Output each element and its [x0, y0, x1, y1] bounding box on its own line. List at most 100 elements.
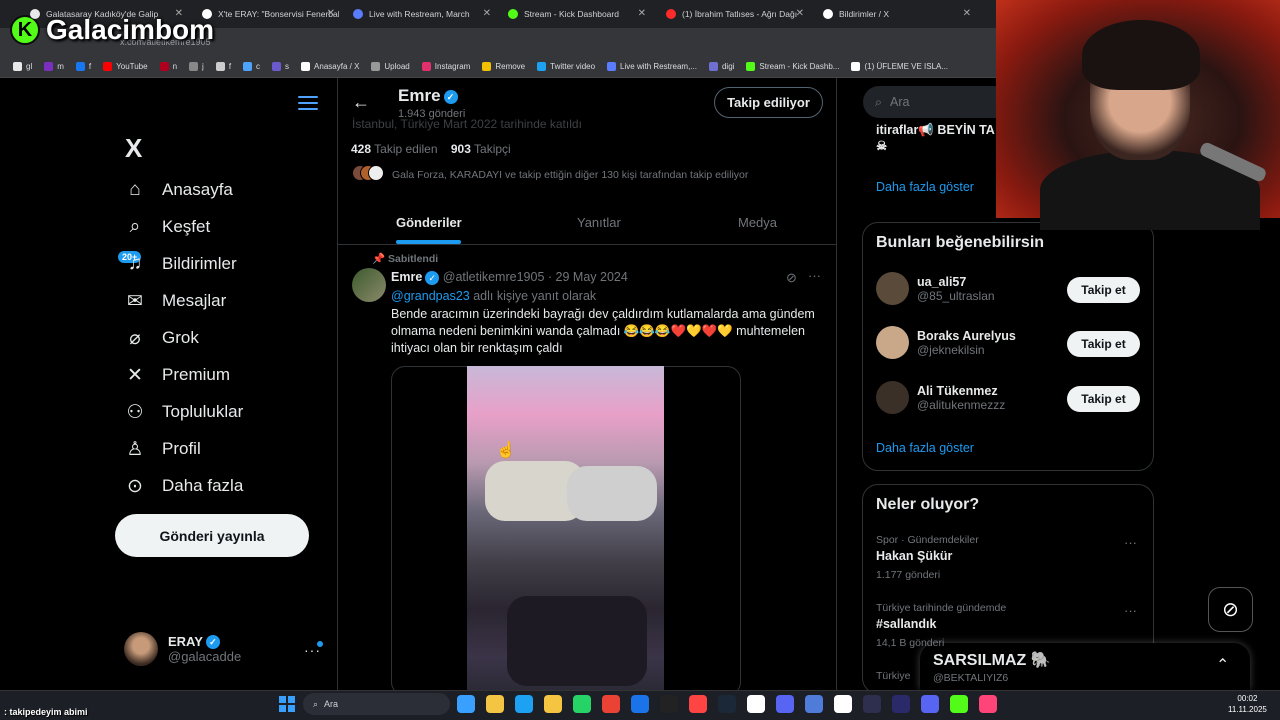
bookmark-item[interactable]: Twitter video — [532, 62, 600, 71]
menu-icon[interactable] — [298, 96, 318, 112]
nav-item-mesajlar[interactable]: ✉ Mesajlar — [124, 290, 226, 312]
taskbar-app-icon[interactable] — [747, 695, 765, 713]
taskbar-app-icon[interactable] — [718, 695, 736, 713]
x-logo[interactable]: X — [125, 133, 142, 164]
bookmark-item[interactable]: f — [71, 62, 96, 71]
following-label[interactable]: Takip edilen — [374, 142, 437, 156]
bookmark-item[interactable]: Remove — [477, 62, 530, 71]
tab-close-icon[interactable]: ✕ — [963, 8, 971, 19]
follow-button[interactable]: Takip et — [1067, 277, 1140, 303]
taskbar-app-icon[interactable] — [457, 695, 475, 713]
browser-tab[interactable]: Bildirimler / X ✕ — [815, 4, 975, 24]
trend-more-icon[interactable]: ··· — [1124, 603, 1137, 618]
tweet-handle[interactable]: @atletikemre1905 — [443, 270, 545, 284]
suggestion-row[interactable]: ua_ali57 @85_ultraslan — [876, 272, 995, 305]
tab-replies[interactable]: Yanıtlar — [577, 215, 621, 230]
nav-item-grok[interactable]: ⌀ Grok — [124, 327, 199, 349]
nav-item-premium[interactable]: ✕ Premium — [124, 364, 230, 386]
tweet-author[interactable]: Emre — [391, 270, 422, 284]
taskbar-app-icon[interactable] — [573, 695, 591, 713]
nav-item-keşfet[interactable]: ⌕ Keşfet — [124, 216, 211, 238]
nav-item-daha-fazla[interactable]: ⊙ Daha fazla — [124, 475, 243, 497]
bookmark-item[interactable]: YouTube — [98, 62, 152, 71]
grok-icon[interactable]: ⊘ — [786, 270, 797, 286]
taskbar-search[interactable]: ⌕ Ara — [303, 693, 450, 715]
taskbar-app-icon[interactable] — [544, 695, 562, 713]
bookmark-item[interactable]: Anasayfa / X — [296, 62, 364, 71]
tab-media[interactable]: Medya — [738, 215, 777, 230]
trend-more-icon[interactable]: ··· — [1124, 535, 1137, 550]
bookmark-item[interactable]: gl — [8, 62, 37, 71]
suggestion-row[interactable]: Ali Tükenmez @alitukenmezzz — [876, 381, 1005, 414]
bookmark-item[interactable]: j — [184, 62, 209, 71]
taskbar-app-icon[interactable] — [776, 695, 794, 713]
browser-tab[interactable]: X'te ERAY: "Bonservisi Fenerbah ✕ — [194, 4, 339, 24]
taskbar-app-icon[interactable] — [834, 695, 852, 713]
follow-button[interactable]: Takip et — [1067, 386, 1140, 412]
browser-tab[interactable]: Live with Restream, March ✕ — [345, 4, 495, 24]
taskbar-app-icon[interactable] — [863, 695, 881, 713]
bookmark-item[interactable]: f — [211, 62, 236, 71]
bookmark-item[interactable]: digi — [704, 62, 739, 71]
follow-button[interactable]: Takip et — [1067, 331, 1140, 357]
bookmark-item[interactable]: c — [238, 62, 265, 71]
taskbar-app-icon[interactable] — [892, 695, 910, 713]
bookmark-item[interactable]: Stream - Kick Dashb... — [741, 62, 844, 71]
tab-posts[interactable]: Gönderiler — [396, 215, 462, 230]
nav-item-topluluklar[interactable]: ⚇ Topluluklar — [124, 401, 243, 423]
search-input[interactable]: ⌕ Ara — [863, 86, 1003, 118]
browser-tab[interactable]: Stream - Kick Dashboard ✕ — [500, 4, 650, 24]
taskbar-app-icon[interactable] — [602, 695, 620, 713]
tab-close-icon[interactable]: ✕ — [638, 8, 646, 19]
nav-item-bildirimler[interactable]: ♫ Bildirimler — [124, 253, 237, 275]
following-count[interactable]: 428 — [351, 142, 371, 156]
post-button[interactable]: Gönderi yayınla — [115, 514, 309, 557]
taskbar-app-icon[interactable] — [805, 695, 823, 713]
tweet-video[interactable] — [467, 366, 664, 690]
trend-name[interactable]: Hakan Şükür — [876, 549, 952, 563]
system-clock[interactable]: 00:02 11.11.2025 — [1228, 693, 1267, 715]
browser-tab[interactable]: (1) İbrahim Tatlıses - Ağrı Dağı ✕ — [658, 4, 808, 24]
tweet-more-icon[interactable]: ··· — [808, 268, 821, 283]
taskbar-app-icon[interactable] — [979, 695, 997, 713]
taskbar-app-icon[interactable] — [921, 695, 939, 713]
expand-up-icon[interactable]: ⌃ — [1216, 655, 1229, 675]
mutual-followers[interactable]: Gala Forza, KARADAYI ve takip ettiğin di… — [352, 165, 748, 184]
back-arrow-icon[interactable]: ← — [352, 92, 370, 113]
bookmark-item[interactable]: n — [155, 62, 182, 71]
tab-close-icon[interactable]: ✕ — [483, 8, 491, 19]
followers-label[interactable]: Takipçi — [474, 142, 511, 156]
bookmark-item[interactable]: Upload — [366, 62, 414, 71]
windows-start-icon[interactable] — [279, 696, 295, 712]
avatar[interactable] — [352, 268, 386, 302]
bookmark-item[interactable]: s — [267, 62, 294, 71]
nav-item-profil[interactable]: ♙ Profil — [124, 438, 200, 460]
reply-to-link[interactable]: @grandpas23 — [391, 289, 470, 303]
suggestion-row[interactable]: Boraks Aurelyus @jeknekilsin — [876, 326, 1016, 359]
trend-name[interactable]: #sallandık — [876, 617, 936, 631]
bookmark-item[interactable]: Live with Restream,... — [602, 62, 702, 71]
tab-close-icon[interactable]: ✕ — [327, 8, 335, 19]
account-switcher[interactable]: ERAY ✓ @galacadde — [124, 632, 241, 666]
bookmark-item[interactable]: m — [39, 62, 69, 71]
trend-text[interactable]: itiraflar📢 BEYİN TA — [876, 123, 995, 137]
taskbar-app-icon[interactable] — [950, 695, 968, 713]
taskbar-app-icon[interactable] — [631, 695, 649, 713]
taskbar-app-icon[interactable] — [660, 695, 678, 713]
nav-item-label: Anasayfa — [162, 180, 233, 199]
show-more-link[interactable]: Daha fazla göster — [876, 441, 974, 455]
nav-item-anasayfa[interactable]: ⌂ Anasayfa — [124, 179, 233, 201]
taskbar-app-icon[interactable] — [486, 695, 504, 713]
tweet-date[interactable]: · 29 May 2024 — [548, 270, 628, 284]
following-button[interactable]: Takip ediliyor — [714, 87, 823, 118]
browser-tab[interactable]: Galatasaray Kadıköy'de Galip ✕ — [22, 4, 187, 24]
taskbar-app-icon[interactable] — [689, 695, 707, 713]
grok-floating-icon[interactable]: ⊘ — [1208, 587, 1253, 632]
taskbar-app-icon[interactable] — [515, 695, 533, 713]
show-more-link[interactable]: Daha fazla göster — [876, 180, 974, 194]
followers-count[interactable]: 903 — [451, 142, 471, 156]
tab-close-icon[interactable]: ✕ — [175, 8, 183, 19]
tab-close-icon[interactable]: ✕ — [796, 8, 804, 19]
bookmark-item[interactable]: (1) ÜFLEME VE ISLA... — [846, 62, 953, 71]
bookmark-item[interactable]: Instagram — [417, 62, 476, 71]
